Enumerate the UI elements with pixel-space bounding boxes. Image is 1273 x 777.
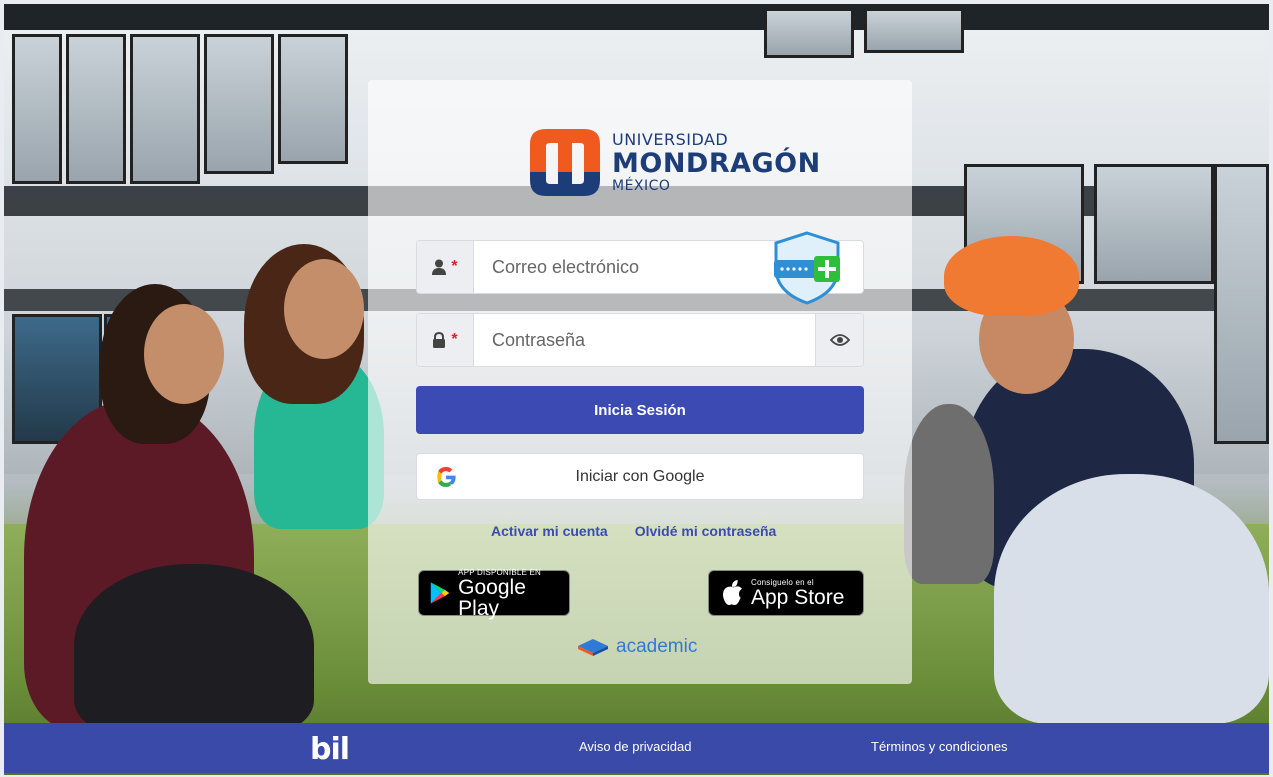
logo-line-1: UNIVERSIDAD	[612, 129, 729, 149]
eye-icon	[829, 334, 850, 346]
logo-line-2: MONDRAGÓN	[612, 147, 821, 179]
email-addon: *	[417, 241, 474, 293]
terms-link[interactable]: Términos y condiciones	[871, 739, 1008, 754]
apple-icon	[722, 580, 742, 605]
academic-logo-text: academic	[616, 636, 698, 657]
footer: bil Aviso de privacidad Términos y condi…	[4, 723, 1269, 773]
lock-icon	[433, 332, 446, 348]
google-play-icon	[430, 582, 450, 604]
privacy-link[interactable]: Aviso de privacidad	[579, 739, 692, 754]
logo-line-3: MÉXICO	[612, 177, 671, 194]
google-login-label: Iniciar con Google	[575, 467, 705, 485]
google-play-badge[interactable]: APP DISPONIBLE EN Google Play	[418, 568, 570, 620]
google-play-big-text: Google Play	[458, 575, 526, 620]
activate-account-link[interactable]: Activar mi cuenta	[491, 523, 608, 539]
bil-logo: bil	[310, 732, 350, 767]
app-store-big-text: App Store	[751, 586, 845, 609]
password-addon: *	[417, 314, 474, 366]
academic-logo-icon	[578, 639, 608, 656]
login-button[interactable]: Inicia Sesión	[416, 386, 864, 434]
password-field-group: *	[416, 313, 864, 367]
required-marker: *	[451, 331, 458, 348]
forgot-password-link[interactable]: Olvidé mi contraseña	[635, 523, 777, 539]
university-logo: UNIVERSIDAD MONDRAGÓN MÉXICO	[528, 126, 821, 198]
required-marker: *	[451, 258, 458, 275]
account-links: Activar mi cuenta Olvidé mi contraseña	[491, 523, 776, 539]
university-logo-icon	[530, 129, 600, 196]
show-password-button[interactable]	[815, 314, 863, 366]
app-store-badge[interactable]: Consiguelo en el App Store	[708, 570, 864, 616]
academic-logo: academic	[576, 636, 697, 658]
login-card: UNIVERSIDAD MONDRAGÓN MÉXICO * Correo el…	[368, 80, 912, 684]
google-icon	[437, 467, 456, 487]
password-input[interactable]	[474, 314, 815, 366]
user-icon	[432, 259, 447, 275]
google-login-button[interactable]: Iniciar con Google	[416, 453, 864, 500]
password-manager-icon[interactable]	[772, 230, 842, 306]
